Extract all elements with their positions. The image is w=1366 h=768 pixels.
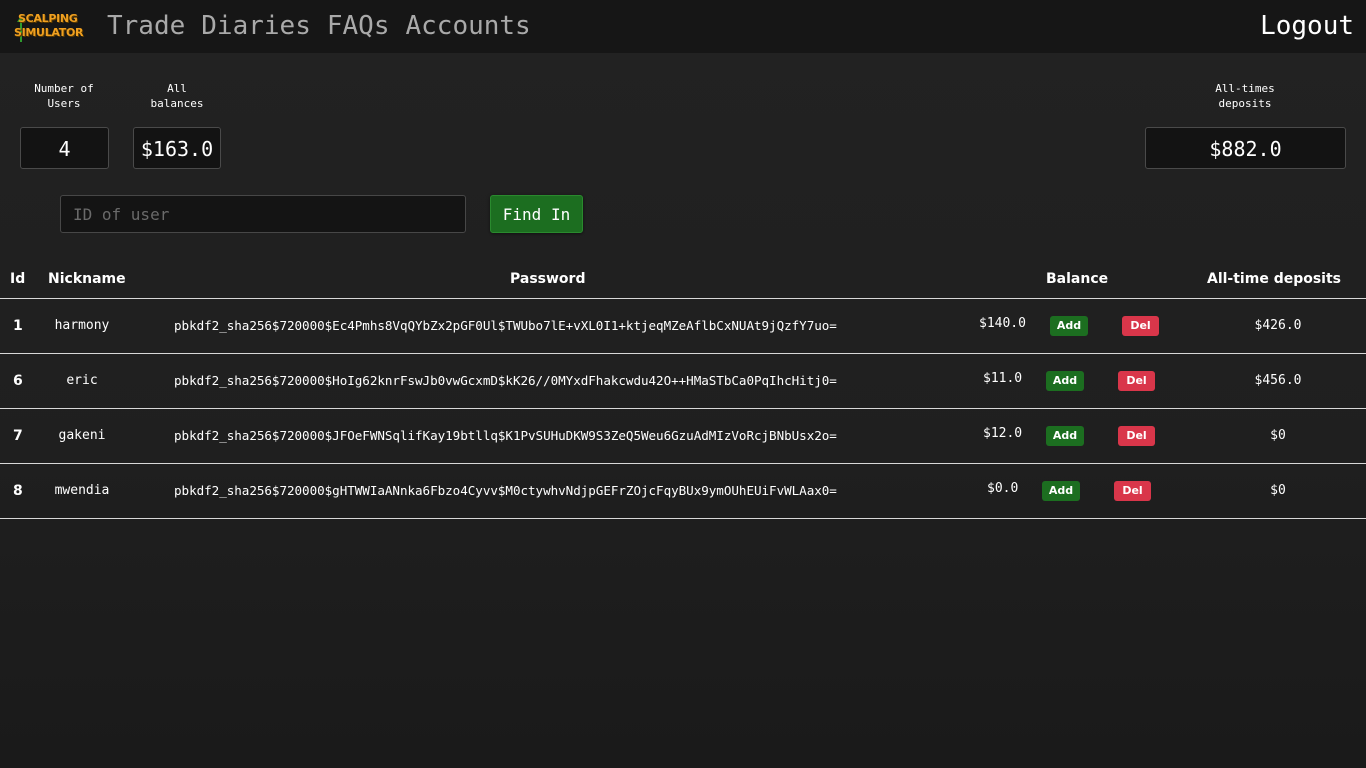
row-balance: $12.0	[983, 426, 1023, 441]
row-id: 7	[13, 428, 23, 444]
users-count-label-line1: Number of	[34, 82, 94, 95]
add-balance-button[interactable]: Add	[1046, 426, 1084, 446]
row-password-hash: pbkdf2_sha256$720000$HoIg62knrFswJb0vwGc…	[174, 373, 837, 388]
row-password-hash: pbkdf2_sha256$720000$JFOeFWNSqlifKay19bt…	[174, 428, 837, 443]
add-balance-button[interactable]: Add	[1050, 316, 1088, 336]
row-id: 6	[13, 373, 23, 389]
row-all-time-deposits: $456.0	[1254, 373, 1302, 388]
table-row: 8 mwendia pbkdf2_sha256$720000$gHTWWIaAN…	[0, 464, 1366, 518]
table-row: 1 harmony pbkdf2_sha256$720000$Ec4Pmhs8V…	[0, 299, 1366, 353]
nav-links: Trade Diaries FAQs Accounts	[107, 9, 531, 43]
add-balance-button[interactable]: Add	[1042, 481, 1080, 501]
row-balance: $140.0	[979, 316, 1026, 331]
row-nickname: harmony	[54, 318, 110, 333]
row-nickname: gakeni	[58, 428, 106, 443]
add-balance-button[interactable]: Add	[1046, 371, 1084, 391]
scalping-simulator-logo[interactable]: SCALPING SIMULATOR	[12, 10, 84, 44]
row-nickname: eric	[66, 373, 98, 388]
all-balances-label-line1: All	[167, 82, 187, 95]
nav-link-trade[interactable]: Trade	[107, 9, 185, 43]
column-header-nickname: Nickname	[48, 271, 126, 287]
all-time-deposits-value: $882.0	[1145, 127, 1346, 169]
top-navbar: SCALPING SIMULATOR Trade Diaries FAQs Ac…	[0, 0, 1366, 53]
users-count-label: Number of Users	[20, 81, 108, 111]
nav-link-diaries[interactable]: Diaries	[201, 9, 311, 43]
logout-link[interactable]: Logout	[1260, 9, 1354, 43]
row-balance: $0.0	[987, 481, 1019, 496]
logo-text-line2: SIMULATOR	[14, 26, 84, 39]
find-in-button[interactable]: Find In	[490, 195, 583, 233]
column-header-id: Id	[10, 271, 26, 287]
all-balances-label-line2: balances	[150, 97, 204, 110]
delete-user-button[interactable]: Del	[1118, 426, 1155, 446]
delete-user-button[interactable]: Del	[1122, 316, 1159, 336]
delete-user-button[interactable]: Del	[1114, 481, 1151, 501]
row-divider	[0, 518, 1366, 519]
user-id-search-input[interactable]	[60, 195, 466, 233]
users-count-value: 4	[20, 127, 109, 169]
row-id: 8	[13, 483, 23, 499]
row-all-time-deposits: $426.0	[1254, 318, 1302, 333]
row-nickname: mwendia	[54, 483, 110, 498]
logo-text-line1: SCALPING	[18, 12, 78, 25]
nav-link-faqs[interactable]: FAQs	[327, 9, 390, 43]
all-time-deposits-label: All-times deposits	[1145, 81, 1345, 111]
row-all-time-deposits: $0	[1270, 483, 1286, 498]
row-id: 1	[13, 318, 23, 334]
table-row: 6 eric pbkdf2_sha256$720000$HoIg62knrFsw…	[0, 354, 1366, 408]
column-header-all-time-deposits: All-time deposits	[1207, 271, 1342, 287]
row-all-time-deposits: $0	[1270, 428, 1286, 443]
all-time-deposits-label-line1: All-times	[1215, 82, 1275, 95]
row-password-hash: pbkdf2_sha256$720000$gHTWWIaANnka6Fbzo4C…	[174, 483, 837, 498]
row-balance: $11.0	[983, 371, 1023, 386]
column-header-balance: Balance	[1046, 271, 1109, 287]
nav-link-accounts[interactable]: Accounts	[405, 9, 530, 43]
column-header-password: Password	[510, 271, 586, 287]
all-balances-value: $163.0	[133, 127, 221, 169]
delete-user-button[interactable]: Del	[1118, 371, 1155, 391]
all-balances-label: All balances	[133, 81, 221, 111]
table-row: 7 gakeni pbkdf2_sha256$720000$JFOeFWNSql…	[0, 409, 1366, 463]
users-count-label-line2: Users	[47, 97, 81, 110]
row-password-hash: pbkdf2_sha256$720000$Ec4Pmhs8VqQYbZx2pGF…	[174, 318, 837, 333]
all-time-deposits-label-line2: deposits	[1218, 97, 1272, 110]
